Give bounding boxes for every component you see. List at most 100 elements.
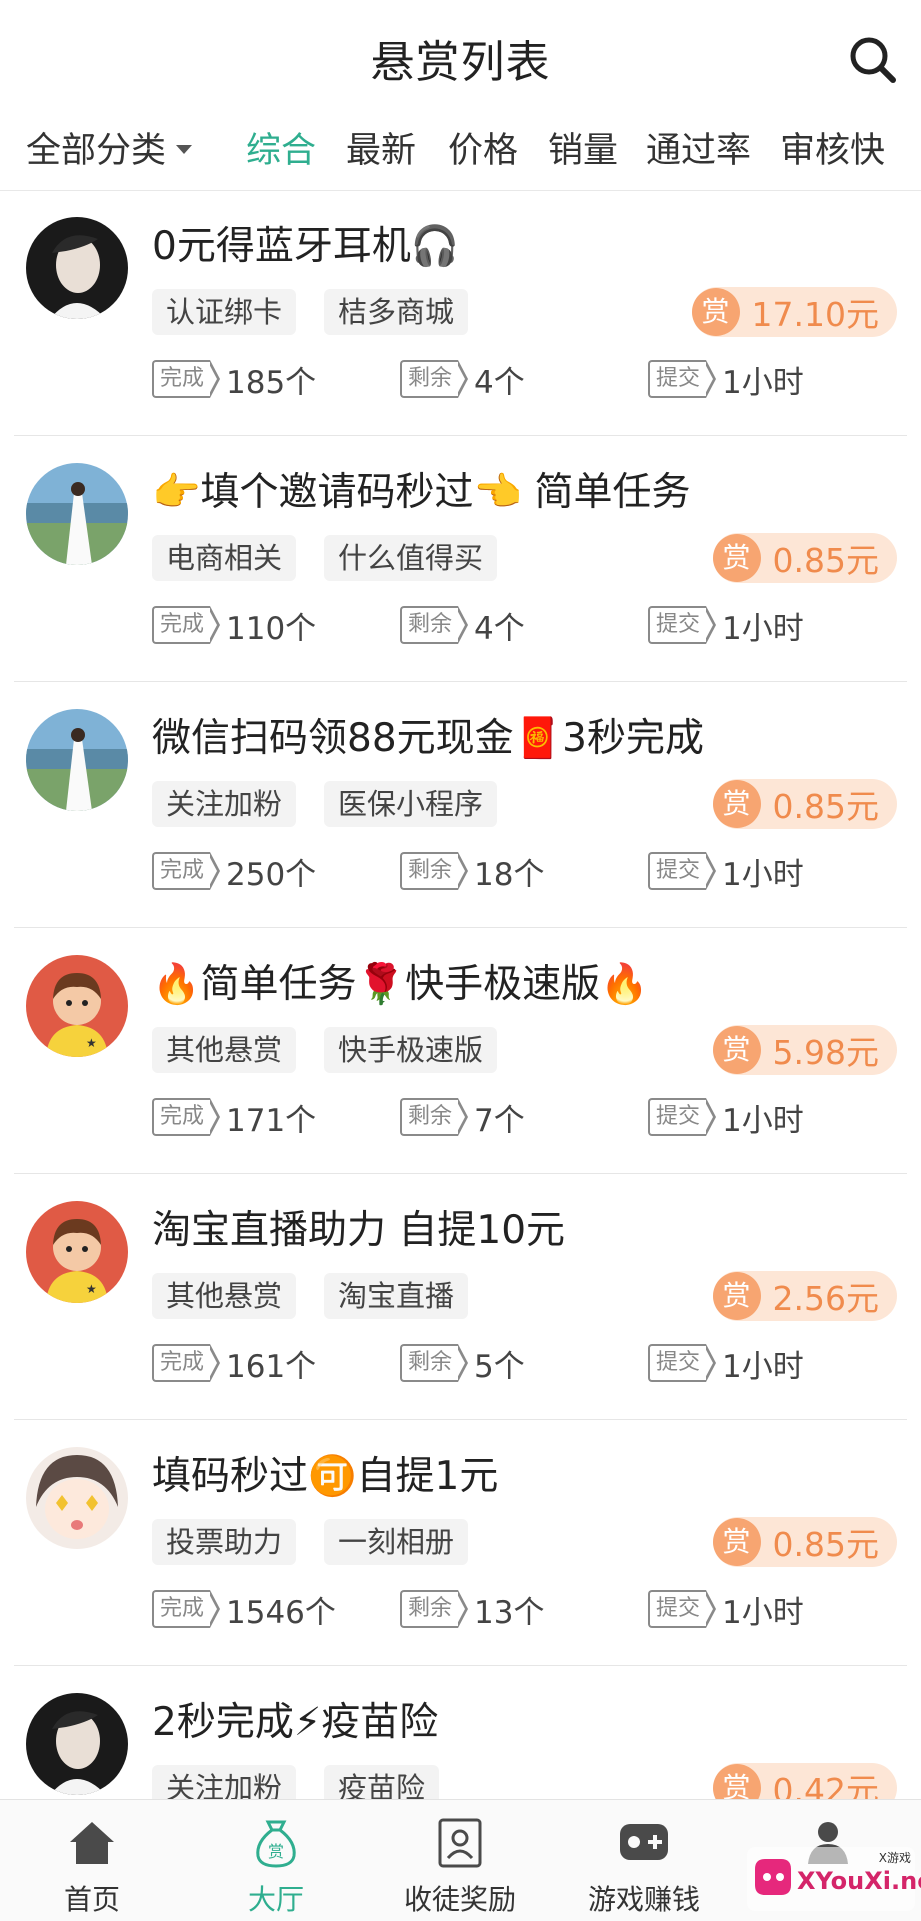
reward-amount: 17.10元 <box>751 295 879 334</box>
reward-seal-icon: 赏 <box>712 1272 761 1320</box>
divider <box>14 435 907 436</box>
reward-amount: 5.98元 <box>772 1033 879 1072</box>
task-item[interactable]: 填码秒过🉑自提1元 投票助力 一刻相册 赏 0.85元 完成 1546个 剩余 13… <box>0 1421 921 1666</box>
task-list: 0元得蓝牙耳机🎧 认证绑卡 桔多商城 赏 17.10元 完成 185个 剩余 4个 … <box>0 191 921 1799</box>
task-tag: 认证绑卡 <box>152 289 297 335</box>
reward-seal-icon: 赏 <box>712 1026 761 1074</box>
stat-submit-value: 1小时 <box>722 856 804 893</box>
task-title: 0元得蓝牙耳机🎧 <box>152 224 460 269</box>
task-tag: 关注加粉 <box>152 1765 297 1799</box>
task-item[interactable]: 2秒完成⚡疫苗险 关注加粉 疫苗险 赏 0.42元 <box>0 1667 921 1799</box>
reward-amount: 0.85元 <box>772 787 879 826</box>
reward-badge: 赏 0.85元 <box>712 779 897 829</box>
stat-submit: 提交 1小时 <box>648 605 804 647</box>
divider <box>14 927 907 928</box>
stat-submit: 提交 1小时 <box>648 1097 804 1139</box>
task-title: 微信扫码领88元现金🧧3秒完成 <box>152 716 704 761</box>
task-item[interactable]: 微信扫码领88元现金🧧3秒完成 关注加粉 医保小程序 赏 0.85元 完成 250… <box>0 683 921 928</box>
stat-left-value: 4个 <box>474 364 525 401</box>
divider <box>14 681 907 682</box>
stat-done: 完成 110个 <box>152 605 317 647</box>
stat-submit: 提交 1小时 <box>648 1589 804 1631</box>
stat-done-value: 110个 <box>226 610 317 647</box>
reward-amount: 0.85元 <box>772 1525 879 1564</box>
stat-done: 完成 250个 <box>152 851 317 893</box>
stat-left: 剩余 5个 <box>400 1343 525 1385</box>
nav-games[interactable]: 游戏赚钱 <box>552 1800 736 1921</box>
stat-submit: 提交 1小时 <box>648 851 804 893</box>
stat-left-value: 5个 <box>474 1348 525 1385</box>
bottom-nav: 首页 赏 大厅 收徒奖励 游戏赚钱 X游戏 XYouXi.n <box>0 1799 921 1921</box>
nav-hall[interactable]: 赏 大厅 <box>184 1800 368 1921</box>
stat-done-value: 1546个 <box>226 1594 336 1631</box>
stat-left-value: 7个 <box>474 1102 525 1139</box>
task-tag: 淘宝直播 <box>324 1273 469 1319</box>
sort-tab-latest[interactable]: 最新 <box>346 122 416 173</box>
sort-tab-price[interactable]: 价格 <box>448 122 518 173</box>
stat-left: 剩余 7个 <box>400 1097 525 1139</box>
money-bag-icon: 赏 <box>256 1820 296 1868</box>
stat-left-value: 18个 <box>474 856 545 893</box>
task-title: 👉填个邀请码秒过👈 简单任务 <box>152 470 691 515</box>
svg-text:★: ★ <box>86 1036 97 1050</box>
gamepad-icon <box>620 1824 668 1860</box>
task-item[interactable]: ★ 🔥简单任务🌹快手极速版🔥 其他悬赏 快手极速版 赏 5.98元 完成 171个… <box>0 929 921 1174</box>
stat-left: 剩余 4个 <box>400 605 525 647</box>
sort-tab-fast-review[interactable]: 审核快 <box>780 122 885 173</box>
reward-seal-icon: 赏 <box>691 288 740 336</box>
stat-submit-value: 1小时 <box>722 610 804 647</box>
nav-apprentice[interactable]: 收徒奖励 <box>368 1800 552 1921</box>
task-title: 填码秒过🉑自提1元 <box>152 1454 499 1499</box>
stat-done-value: 185个 <box>226 364 317 401</box>
reward-badge: 赏 0.85元 <box>712 533 897 583</box>
stat-done-value: 250个 <box>226 856 317 893</box>
stat-left-value: 4个 <box>474 610 525 647</box>
stat-done: 完成 171个 <box>152 1097 316 1139</box>
reward-seal-icon: 赏 <box>712 1764 761 1799</box>
avatar <box>26 1447 128 1549</box>
site-watermark: X游戏 XYouXi.net <box>747 1847 921 1911</box>
filter-bar: 全部分类 综合 最新 价格 销量 通过率 审核快 <box>0 114 921 191</box>
sort-tab-pass-rate[interactable]: 通过率 <box>646 122 751 173</box>
stat-left: 剩余 4个 <box>400 359 525 401</box>
stat-done: 完成 1546个 <box>152 1589 336 1631</box>
stat-submit: 提交 1小时 <box>648 1343 804 1385</box>
stat-submit-value: 1小时 <box>722 1594 804 1631</box>
task-tag: 其他悬赏 <box>152 1273 297 1319</box>
task-tag: 医保小程序 <box>324 781 498 827</box>
reward-badge: 赏 0.85元 <box>712 1517 897 1567</box>
stat-submit-value: 1小时 <box>722 1348 804 1385</box>
stat-left: 剩余 18个 <box>400 851 545 893</box>
category-dropdown[interactable]: 全部分类 <box>26 122 193 173</box>
sort-tab-sales[interactable]: 销量 <box>548 122 618 173</box>
divider <box>14 1665 907 1666</box>
task-item[interactable]: ★ 淘宝直播助力 自提10元 其他悬赏 淘宝直播 赏 2.56元 完成 161个 … <box>0 1175 921 1420</box>
stat-done: 完成 185个 <box>152 359 317 401</box>
task-tag: 快手极速版 <box>324 1027 498 1073</box>
task-tag: 一刻相册 <box>324 1519 469 1565</box>
divider <box>14 1419 907 1420</box>
reward-badge: 赏 17.10元 <box>691 287 897 337</box>
avatar <box>26 1693 128 1795</box>
reward-seal-icon: 赏 <box>712 780 761 828</box>
nav-home[interactable]: 首页 <box>0 1800 184 1921</box>
reward-amount: 0.42元 <box>772 1771 879 1799</box>
task-item[interactable]: 0元得蓝牙耳机🎧 认证绑卡 桔多商城 赏 17.10元 完成 185个 剩余 4个 … <box>0 191 921 436</box>
task-item[interactable]: 👉填个邀请码秒过👈 简单任务 电商相关 什么值得买 赏 0.85元 完成 110个… <box>0 437 921 682</box>
stat-left-value: 13个 <box>474 1594 545 1631</box>
svg-text:赏: 赏 <box>268 1842 284 1861</box>
contact-card-icon <box>438 1818 482 1868</box>
task-tag: 桔多商城 <box>324 289 469 335</box>
svg-text:★: ★ <box>86 1282 97 1296</box>
reward-seal-icon: 赏 <box>712 534 761 582</box>
task-tag: 疫苗险 <box>324 1765 440 1799</box>
task-tag: 投票助力 <box>152 1519 297 1565</box>
reward-amount: 0.85元 <box>772 541 879 580</box>
reward-seal-icon: 赏 <box>712 1518 761 1566</box>
task-title: 淘宝直播助力 自提10元 <box>152 1208 566 1253</box>
sort-tab-comprehensive[interactable]: 综合 <box>246 122 316 173</box>
task-tag: 其他悬赏 <box>152 1027 297 1073</box>
search-icon[interactable] <box>847 34 899 86</box>
avatar <box>26 463 128 565</box>
stat-done-value: 161个 <box>226 1348 317 1385</box>
